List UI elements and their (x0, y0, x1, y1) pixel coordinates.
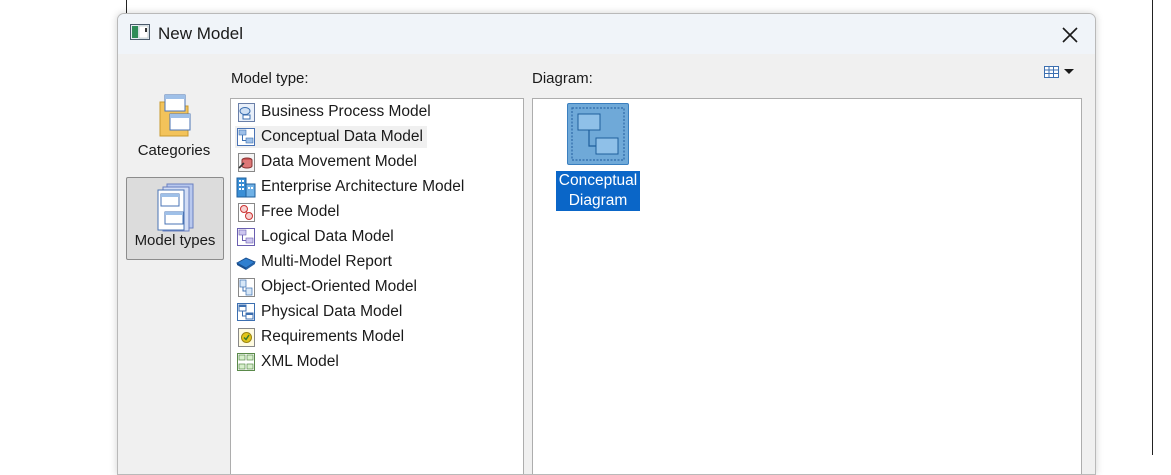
object-oriented-icon (238, 278, 255, 297)
title-bar: New Model (118, 14, 1095, 54)
list-item-label: Logical Data Model (261, 228, 394, 245)
list-item-object-oriented-model[interactable]: Object-Oriented Model (235, 276, 421, 298)
model-types-icon (157, 183, 194, 232)
folder-icon (159, 94, 191, 137)
list-item-label: Multi-Model Report (261, 253, 392, 270)
close-button[interactable] (1053, 20, 1087, 50)
list-item-conceptual-data-model[interactable]: Conceptual Data Model (235, 126, 427, 148)
list-item-data-movement-model[interactable]: Data Movement Model (235, 151, 421, 173)
category-label: Categories (137, 142, 211, 159)
list-item-multi-model-report[interactable]: Multi-Model Report (235, 251, 396, 273)
list-item-label: Object-Oriented Model (261, 278, 417, 295)
list-item-label: Free Model (261, 203, 340, 220)
background-window-edge (126, 0, 127, 14)
diagram-label: Diagram: (532, 70, 593, 87)
list-item-enterprise-architecture-model[interactable]: Enterprise Architecture Model (235, 176, 468, 198)
category-label: Model types (134, 232, 216, 249)
diagram-item-label: Conceptual Diagram (556, 171, 640, 211)
list-view-icon (1044, 66, 1074, 78)
list-item-label: Enterprise Architecture Model (261, 178, 465, 195)
requirements-icon (238, 328, 255, 347)
physical-data-icon (237, 303, 255, 321)
diagram-list[interactable]: Conceptual Diagram (532, 98, 1082, 474)
list-item-free-model[interactable]: Free Model (235, 201, 343, 223)
free-model-icon (238, 203, 255, 222)
list-item-label: Data Movement Model (261, 153, 417, 170)
category-model-types-button[interactable]: Model types (126, 177, 224, 260)
list-item-label: Physical Data Model (261, 303, 403, 320)
conceptual-data-icon (237, 128, 255, 146)
model-type-list[interactable]: Business Process Model Conceptual Data M… (230, 98, 524, 474)
list-item-label: Requirements Model (261, 328, 405, 345)
dialog-title: New Model (158, 24, 244, 43)
new-model-dialog: New Model Model type: Diagram: Categorie… (117, 13, 1096, 475)
list-item-label: XML Model (261, 353, 339, 370)
model-type-label: Model type: (231, 70, 309, 87)
xml-model-icon (237, 353, 255, 371)
list-item-requirements-model[interactable]: Requirements Model (235, 326, 408, 348)
list-item-physical-data-model[interactable]: Physical Data Model (235, 301, 406, 323)
chevron-down-icon (1064, 69, 1074, 74)
list-item-label: Business Process Model (261, 103, 431, 120)
logical-data-icon (237, 228, 255, 246)
list-item-business-process-model[interactable]: Business Process Model (235, 101, 435, 123)
multi-model-report-icon (235, 257, 257, 270)
app-window-icon (130, 24, 150, 40)
view-mode-dropdown[interactable] (1042, 63, 1078, 81)
business-process-icon (238, 103, 255, 122)
background-window-edge-right (1152, 0, 1153, 455)
enterprise-architecture-icon (236, 177, 256, 198)
diagram-item-conceptual[interactable]: Conceptual Diagram (555, 103, 641, 211)
list-item-xml-model[interactable]: XML Model (235, 351, 343, 373)
category-categories-button[interactable]: Categories (126, 90, 222, 166)
close-icon (1062, 27, 1078, 43)
list-item-logical-data-model[interactable]: Logical Data Model (235, 226, 398, 248)
data-movement-icon (238, 153, 255, 172)
conceptual-diagram-icon (567, 103, 629, 165)
list-item-label: Conceptual Data Model (261, 128, 423, 145)
